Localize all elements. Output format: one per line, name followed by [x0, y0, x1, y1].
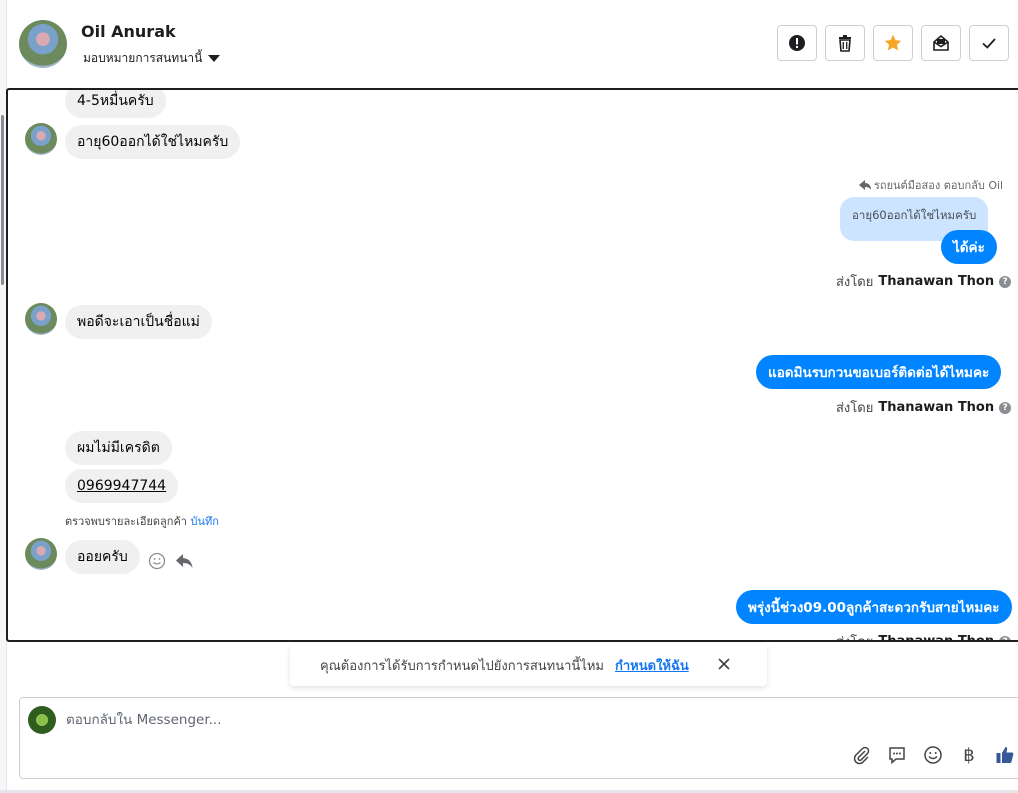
reply-composer: ฿ [19, 697, 1018, 779]
reply-input[interactable] [66, 708, 766, 732]
saved-replies-button[interactable] [886, 744, 908, 766]
message-bubble-incoming[interactable]: ผมไม่มีเครดิต [65, 431, 172, 465]
like-button[interactable] [994, 744, 1016, 766]
paperclip-icon [853, 746, 870, 765]
thumbs-up-icon [996, 747, 1014, 763]
sent-by-line: ส่งโดย Thanawan Thon ? [836, 397, 1012, 418]
sent-by-line: ส่งโดย Thanawan Thon ? [836, 631, 1012, 642]
message-bubble-phone[interactable]: 0969947744 [65, 469, 179, 503]
message-actions [148, 552, 194, 570]
save-detail-link[interactable]: บันทึก [190, 515, 218, 528]
check-icon [982, 38, 996, 49]
contact-avatar[interactable] [19, 20, 67, 68]
assign-to-me-link[interactable]: กำหนดให้ฉัน [615, 655, 689, 676]
payment-button[interactable]: ฿ [958, 744, 980, 766]
sent-by-name: Thanawan Thon [878, 274, 995, 289]
emoji-button[interactable] [922, 744, 944, 766]
sender-avatar[interactable] [25, 123, 57, 155]
composer-tools: ฿ [850, 744, 1016, 766]
mark-spam-button[interactable] [777, 25, 817, 61]
reply-arrow-icon [859, 180, 871, 190]
trash-icon [839, 35, 851, 52]
caret-down-icon [208, 55, 221, 62]
attach-button[interactable] [850, 744, 872, 766]
sent-by-label: ส่งโดย [836, 275, 874, 290]
sent-by-name: Thanawan Thon [878, 400, 995, 415]
reply-context-text: รถยนต์มือสอง ตอบกลับ Oil [874, 179, 1004, 192]
message-bubble-incoming[interactable]: ออยครับ [65, 540, 140, 574]
message-bubble-incoming[interactable]: อายุ60ออกได้ใช่ไหมครับ [65, 125, 241, 159]
message-bubble-outgoing[interactable]: ได้ค่ะ [941, 230, 997, 264]
emoji-icon [924, 746, 942, 764]
help-icon[interactable]: ? [999, 401, 1012, 414]
star-icon [884, 34, 902, 51]
detail-text: ตรวจพบรายละเอียดลูกค้า [65, 515, 187, 528]
page-avatar [28, 706, 56, 734]
reply-icon[interactable] [174, 552, 194, 570]
message-bubble-incoming[interactable]: 4-5หมื่นครับ [65, 90, 166, 118]
baht-icon: ฿ [963, 744, 975, 766]
sent-by-label: ส่งโดย [836, 631, 873, 640]
conversation-header: Oil Anurak มอบหมายการสนทนานี้ [7, 0, 1018, 88]
assign-label: มอบหมายการสนทนานี้ [83, 51, 203, 65]
sender-avatar[interactable] [25, 303, 57, 335]
help-icon[interactable]: ? [999, 635, 1012, 640]
sender-avatar[interactable] [25, 538, 57, 570]
message-thread[interactable]: 4-5หมื่นครับ อายุ60ออกได้ใช่ไหมครับ รถยน… [6, 88, 1018, 642]
conversation-toolbar [777, 25, 1009, 61]
assign-conversation-dropdown[interactable]: มอบหมายการสนทนานี้ [83, 49, 221, 68]
assignment-prompt: คุณต้องการได้รับการกำหนดไปยังการสนทนานี้… [290, 644, 767, 686]
scrollbar-thumb[interactable] [1, 115, 4, 285]
close-icon[interactable] [716, 656, 732, 672]
message-bubble-incoming[interactable]: พอดีจะเอาเป็นชื่อแม่ [65, 305, 212, 339]
message-bubble-outgoing[interactable]: พรุ่งนี้ช่วง09.00ลูกค้าสะดวกรับสายไหมคะ [736, 590, 1012, 624]
react-smiley-icon[interactable] [148, 552, 166, 570]
delete-button[interactable] [825, 25, 865, 61]
message-bubble-outgoing[interactable]: แอดมินรบกวนขอเบอร์ติดต่อได้ไหมคะ [756, 355, 1002, 389]
contact-name[interactable]: Oil Anurak [81, 22, 176, 41]
sent-by-label: ส่งโดย [836, 401, 874, 416]
assignment-prompt-text: คุณต้องการได้รับการกำหนดไปยังการสนทนานี้… [320, 658, 604, 674]
chat-bubble-icon [889, 747, 905, 765]
help-icon[interactable]: ? [999, 275, 1012, 288]
mark-unread-icon [933, 34, 949, 51]
sent-by-name: Thanawan Thon [878, 634, 995, 642]
alert-icon [789, 35, 805, 51]
star-button[interactable] [873, 25, 913, 61]
sent-by-line: ส่งโดย Thanawan Thon ? [836, 271, 1012, 292]
reply-context: รถยนต์มือสอง ตอบกลับ Oil [858, 176, 1003, 194]
phone-number[interactable]: 0969947744 [77, 478, 166, 494]
mark-done-button[interactable] [969, 25, 1009, 61]
customer-detail-notice: ตรวจพบรายละเอียดลูกค้า บันทึก [65, 512, 219, 530]
mark-unread-button[interactable] [921, 25, 961, 61]
